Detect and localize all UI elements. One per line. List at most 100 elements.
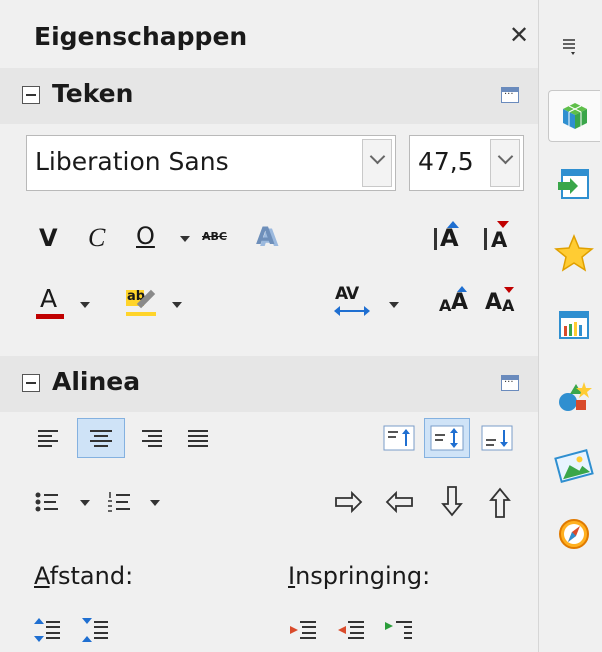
uppercase-glyph-large: A [451, 290, 469, 315]
character-spacing-dropdown-arrow[interactable] [389, 302, 399, 308]
tab-styles[interactable] [548, 228, 600, 280]
tab-properties[interactable] [548, 90, 600, 142]
close-panel-button[interactable]: ✕ [507, 22, 531, 48]
italic-icon: C [88, 223, 106, 252]
indent-label-text: nspringing: [295, 562, 431, 590]
bullet-list-dropdown-arrow[interactable] [80, 500, 90, 506]
font-color-button[interactable]: A [32, 284, 68, 322]
underline-button[interactable]: O [130, 222, 162, 256]
page-icon [558, 169, 589, 199]
spacing-label-text: fstand: [49, 562, 134, 590]
align-center-icon [90, 430, 112, 447]
align-bottom-button[interactable] [478, 420, 516, 456]
bold-button[interactable]: V [36, 222, 66, 256]
tab-gallery[interactable] [548, 300, 600, 352]
indent-label: Inspringing: [288, 562, 430, 590]
decrease-indent-arrow-button[interactable] [380, 484, 418, 520]
move-up-button[interactable] [482, 482, 518, 522]
tab-image[interactable] [548, 440, 600, 492]
font-size-combobox[interactable]: 47,5 [409, 135, 524, 191]
compass-icon [559, 519, 589, 549]
highlight-icon: ab [122, 284, 160, 322]
grow-font-glyph: A [440, 224, 459, 252]
align-left-icon [38, 430, 58, 447]
hanging-indent-icon [385, 621, 412, 639]
increase-indent-arrow-button[interactable] [330, 484, 368, 520]
section-alinea-header: Alinea [0, 356, 538, 412]
gallery-icon [559, 311, 589, 339]
italic-button[interactable]: C [84, 222, 114, 256]
lowercase-glyph-large: A [485, 290, 503, 315]
sidebar-settings-menu-button[interactable] [557, 32, 585, 60]
image-icon [554, 449, 594, 483]
collapse-alinea-toggle[interactable] [22, 374, 40, 392]
align-middle-button[interactable] [424, 418, 470, 458]
more-options-alinea-button[interactable] [501, 375, 519, 391]
strikethrough-button[interactable]: ABC [200, 228, 238, 248]
increase-indent-button[interactable] [286, 612, 322, 648]
font-name-combobox[interactable]: Liberation Sans [26, 135, 396, 191]
section-teken-title: Teken [52, 79, 134, 108]
bullet-list-icon [35, 492, 58, 512]
align-right-button[interactable] [134, 420, 170, 456]
underline-icon: O [136, 222, 155, 250]
align-right-icon [142, 430, 162, 447]
align-bottom-icon [481, 425, 513, 451]
more-options-teken-button[interactable] [501, 87, 519, 103]
shadow-glyph-front: A [256, 222, 275, 250]
align-top-button[interactable] [380, 420, 418, 456]
shrink-font-button[interactable]: A [481, 220, 517, 258]
uppercase-icon: A A [437, 286, 471, 320]
section-teken-header: Teken [0, 68, 538, 124]
character-spacing-button[interactable]: AV [333, 284, 371, 324]
font-color-glyph: A [40, 284, 58, 313]
highlight-color-button[interactable]: ab [122, 284, 160, 322]
spacing-glyph: AV [335, 284, 359, 304]
tab-navigator[interactable] [548, 372, 600, 424]
grow-font-button[interactable]: A [431, 220, 467, 258]
move-down-button[interactable] [434, 482, 470, 522]
hanging-indent-button[interactable] [382, 612, 418, 648]
character-spacing-icon: AV [333, 284, 371, 324]
tab-page[interactable] [548, 158, 600, 210]
panel-title: Eigenschappen [34, 22, 248, 51]
indent-decrease-icon [338, 621, 364, 639]
align-top-icon [383, 425, 415, 451]
sidebar-properties-panel: Eigenschappen ✕ Teken Liberation Sans 47… [0, 0, 538, 652]
properties-icon [563, 103, 587, 129]
strikethrough-icon: ABC [202, 230, 227, 243]
increase-paragraph-spacing-button[interactable] [30, 612, 66, 648]
shapes-icon [559, 382, 592, 411]
numbered-list-button[interactable] [102, 484, 138, 520]
bold-icon: V [39, 224, 58, 252]
uppercase-glyph-small: A [439, 296, 452, 315]
menu-icon [563, 39, 575, 55]
lowercase-icon: A A [484, 286, 518, 320]
decrease-paragraph-spacing-button[interactable] [78, 612, 114, 648]
font-name-value: Liberation Sans [35, 147, 229, 176]
align-justify-button[interactable] [180, 420, 216, 456]
arrow-down-icon [441, 486, 463, 517]
align-center-button[interactable] [77, 418, 125, 458]
collapse-teken-toggle[interactable] [22, 86, 40, 104]
lowercase-button[interactable]: A A [484, 286, 518, 320]
uppercase-button[interactable]: A A [437, 286, 471, 320]
decrease-indent-button[interactable] [334, 612, 370, 648]
underline-dropdown-arrow[interactable] [180, 236, 190, 242]
font-size-dropdown-arrow[interactable] [490, 139, 520, 187]
spacing-label-mnemonic: A [34, 562, 50, 590]
grow-font-icon: A [431, 220, 467, 258]
shadow-button[interactable]: A A [252, 222, 286, 256]
font-name-dropdown-arrow[interactable] [362, 139, 392, 187]
numbered-list-dropdown-arrow[interactable] [150, 500, 160, 506]
align-justify-icon [188, 430, 208, 447]
align-middle-icon [430, 425, 464, 451]
align-left-button[interactable] [30, 420, 66, 456]
shrink-font-glyph: A [491, 228, 508, 252]
highlight-dropdown-arrow[interactable] [172, 302, 182, 308]
tab-compass[interactable] [548, 508, 600, 560]
shrink-font-icon: A [481, 220, 517, 258]
star-icon [554, 234, 594, 272]
bullet-list-button[interactable] [30, 484, 66, 520]
font-color-dropdown-arrow[interactable] [80, 302, 90, 308]
